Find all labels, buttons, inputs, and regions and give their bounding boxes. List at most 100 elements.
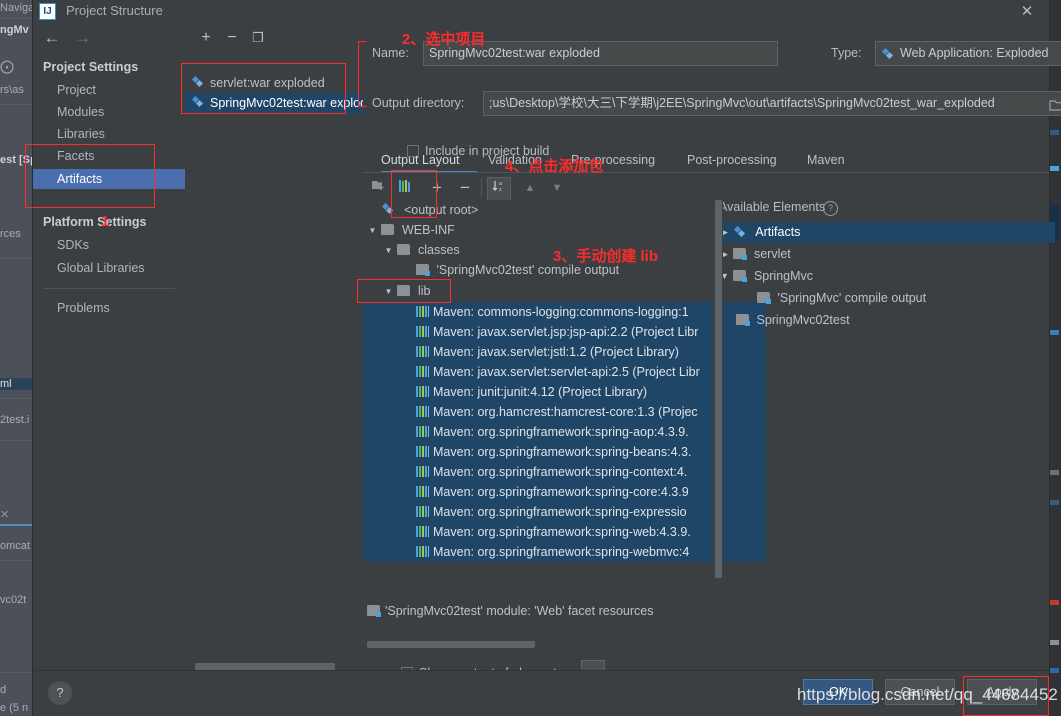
artifact-remove-button[interactable]: − bbox=[221, 27, 243, 49]
tab-post-processing[interactable]: Post-processing bbox=[687, 148, 777, 172]
tree-twisty-expanded-icon[interactable]: ▼ bbox=[383, 282, 394, 301]
help-button[interactable]: ? bbox=[48, 681, 72, 705]
tree-row-springmvc02test-compile-output[interactable]: 'SpringMvc02test' compile output bbox=[363, 260, 766, 280]
tree-row-classes[interactable]: ▼ classes bbox=[363, 240, 733, 260]
name-input[interactable]: SpringMvc02test:war exploded bbox=[423, 41, 778, 66]
output-directory-input[interactable]: ;us\Desktop\学校\大三\下学期\j2EE\SpringMvc\out… bbox=[483, 91, 1061, 116]
sidebar-item-global-libraries[interactable]: Global Libraries bbox=[33, 258, 185, 278]
tree-row-label: Maven: org.springframework:spring-webmvc… bbox=[433, 545, 690, 559]
bg-chip bbox=[1050, 166, 1059, 171]
tree-twisty-expanded-icon[interactable]: ▼ bbox=[383, 241, 394, 260]
available-row-label: servlet bbox=[753, 247, 791, 261]
sort-az-icon[interactable]: az bbox=[487, 177, 511, 201]
ok-button[interactable]: OK bbox=[803, 679, 873, 705]
tab-output-layout[interactable]: Output Layout bbox=[381, 148, 460, 172]
artifact-editor: Name: SpringMvc02test:war exploded Type:… bbox=[363, 23, 1061, 682]
add-library-icon[interactable] bbox=[393, 177, 417, 199]
tree-row-library[interactable]: Maven: org.springframework:spring-aop:4.… bbox=[363, 422, 766, 442]
artifact-copy-icon[interactable]: ❐ bbox=[247, 27, 269, 49]
tree-row-label: Maven: org.springframework:spring-beans:… bbox=[433, 445, 692, 459]
module-icon bbox=[733, 248, 748, 260]
tree-row-web-inf[interactable]: ▼ WEB-INF bbox=[363, 220, 717, 240]
artifacts-horizontal-scrollbar[interactable] bbox=[195, 663, 335, 670]
available-row-springmvc02test[interactable]: SpringMvc02test bbox=[713, 310, 1061, 331]
help-icon[interactable]: ? bbox=[823, 201, 838, 216]
tree-horizontal-scrollbar[interactable] bbox=[367, 641, 535, 648]
tree-vertical-scrollbar[interactable] bbox=[713, 200, 723, 595]
bg-fragment: Naviga bbox=[0, 2, 33, 14]
sidebar-item-facets[interactable]: Facets bbox=[33, 146, 185, 166]
type-combobox[interactable]: Web Application: Exploded bbox=[875, 41, 1061, 66]
tree-row-label: Maven: javax.servlet.jsp:jsp-api:2.2 (Pr… bbox=[433, 325, 699, 339]
tree-row-output-root[interactable]: <output root> bbox=[363, 200, 717, 220]
tree-row-label: Maven: org.springframework:spring-core:4… bbox=[433, 485, 689, 499]
module-output-icon bbox=[416, 264, 430, 276]
available-row-springmvc-compile-output[interactable]: 'SpringMvc' compile output bbox=[713, 288, 1061, 309]
available-row-servlet[interactable]: ▶ servlet bbox=[713, 244, 1055, 265]
intellij-logo-icon: IJ bbox=[39, 3, 56, 20]
bg-chip bbox=[1050, 500, 1059, 505]
tree-row-web-facet-resources[interactable]: 'SpringMvc02test' module: 'Web' facet re… bbox=[363, 601, 735, 621]
output-add-button[interactable]: + bbox=[425, 177, 449, 199]
tree-row-library[interactable]: Maven: org.springframework:spring-contex… bbox=[363, 462, 766, 482]
sidebar-item-problems[interactable]: Problems bbox=[33, 298, 185, 318]
bg-fragment: ml bbox=[0, 378, 33, 390]
sidebar-item-artifacts[interactable]: Artifacts bbox=[33, 169, 185, 189]
tab-maven[interactable]: Maven bbox=[807, 148, 845, 172]
tree-row-label: WEB-INF bbox=[401, 223, 455, 237]
output-directory-label: Output directory: bbox=[372, 96, 465, 110]
available-row-springmvc[interactable]: ▼ SpringMvc bbox=[713, 266, 1055, 287]
sidebar-item-project[interactable]: Project bbox=[33, 80, 185, 100]
sidebar-item-sdks[interactable]: SDKs bbox=[33, 235, 185, 255]
tree-row-library[interactable]: Maven: commons-logging:commons-logging:1 bbox=[363, 302, 766, 322]
tree-row-label: Maven: org.springframework:spring-contex… bbox=[433, 465, 688, 479]
tree-row-lib[interactable]: ▼ lib bbox=[363, 281, 733, 301]
artifact-icon bbox=[733, 225, 748, 238]
tree-row-library[interactable]: Maven: org.springframework:spring-core:4… bbox=[363, 482, 766, 502]
artifacts-list-pane: + − ❐ servlet:war exploded SpringMvc02te… bbox=[185, 23, 364, 670]
tree-twisty-expanded-icon[interactable]: ▼ bbox=[367, 221, 378, 240]
tree-row-library[interactable]: Maven: javax.servlet:servlet-api:2.5 (Pr… bbox=[363, 362, 766, 382]
bg-fragment: rces bbox=[0, 228, 21, 240]
browse-folder-icon[interactable] bbox=[1049, 96, 1061, 111]
tab-pre-processing[interactable]: Pre-processing bbox=[571, 148, 655, 172]
back-arrow-icon[interactable]: ← bbox=[39, 27, 65, 49]
artifact-row-springmvc02test[interactable]: SpringMvc02test:war exploded bbox=[185, 93, 363, 114]
tree-row-library[interactable]: Maven: org.springframework:spring-beans:… bbox=[363, 442, 766, 462]
close-icon[interactable]: ✕ bbox=[1015, 2, 1039, 22]
cancel-button[interactable]: Cancel bbox=[885, 679, 955, 705]
tree-row-library[interactable]: Maven: org.springframework:spring-webmvc… bbox=[363, 542, 766, 562]
bg-fragment: d bbox=[0, 684, 7, 696]
tree-row-library[interactable]: Maven: org.springframework:spring-expres… bbox=[363, 502, 766, 522]
tree-row-library[interactable]: Maven: junit:junit:4.12 (Project Library… bbox=[363, 382, 766, 402]
type-combobox-value: Web Application: Exploded bbox=[900, 46, 1049, 60]
available-row-artifacts[interactable]: ▶ Artifacts bbox=[713, 222, 1055, 243]
bg-divider bbox=[0, 672, 33, 673]
add-module-icon[interactable] bbox=[366, 177, 390, 199]
settings-sidebar: ← → Project Settings Project Modules Lib… bbox=[33, 23, 186, 670]
tree-row-library[interactable]: Maven: org.springframework:spring-web:4.… bbox=[363, 522, 766, 542]
available-row-label: Artifacts bbox=[755, 225, 801, 239]
library-icon bbox=[416, 386, 429, 397]
tree-row-label: lib bbox=[417, 284, 431, 298]
available-elements-pane: Available Elements ? ▶ Artifacts ▶ servl… bbox=[713, 200, 1055, 595]
apply-button[interactable]: Apply bbox=[967, 679, 1037, 705]
tree-row-library[interactable]: Maven: javax.servlet:jstl:1.2 (Project L… bbox=[363, 342, 766, 362]
move-up-button[interactable]: ▲ bbox=[518, 177, 542, 199]
artifact-icon bbox=[191, 95, 206, 109]
artifact-row-servlet[interactable]: servlet:war exploded bbox=[185, 73, 363, 94]
scrollbar-thumb[interactable] bbox=[715, 200, 722, 578]
artifact-add-button[interactable]: + bbox=[195, 27, 217, 49]
output-remove-button[interactable]: − bbox=[453, 177, 477, 199]
tree-row-library[interactable]: Maven: javax.servlet.jsp:jsp-api:2.2 (Pr… bbox=[363, 322, 766, 342]
sidebar-group-project-settings: Project Settings bbox=[43, 60, 139, 74]
tree-row-library[interactable]: Maven: org.hamcrest:hamcrest-core:1.3 (P… bbox=[363, 402, 766, 422]
tab-validation[interactable]: Validation bbox=[488, 148, 542, 172]
module-icon bbox=[733, 270, 748, 282]
move-down-button[interactable]: ▼ bbox=[545, 177, 569, 199]
forward-arrow-icon[interactable]: → bbox=[69, 27, 95, 49]
project-structure-dialog: IJ Project Structure ✕ ← → Project Setti… bbox=[33, 0, 1061, 716]
facet-row-label: 'SpringMvc02test' module: 'Web' facet re… bbox=[385, 604, 654, 618]
sidebar-item-modules[interactable]: Modules bbox=[33, 102, 185, 122]
sidebar-item-libraries[interactable]: Libraries bbox=[33, 124, 185, 144]
